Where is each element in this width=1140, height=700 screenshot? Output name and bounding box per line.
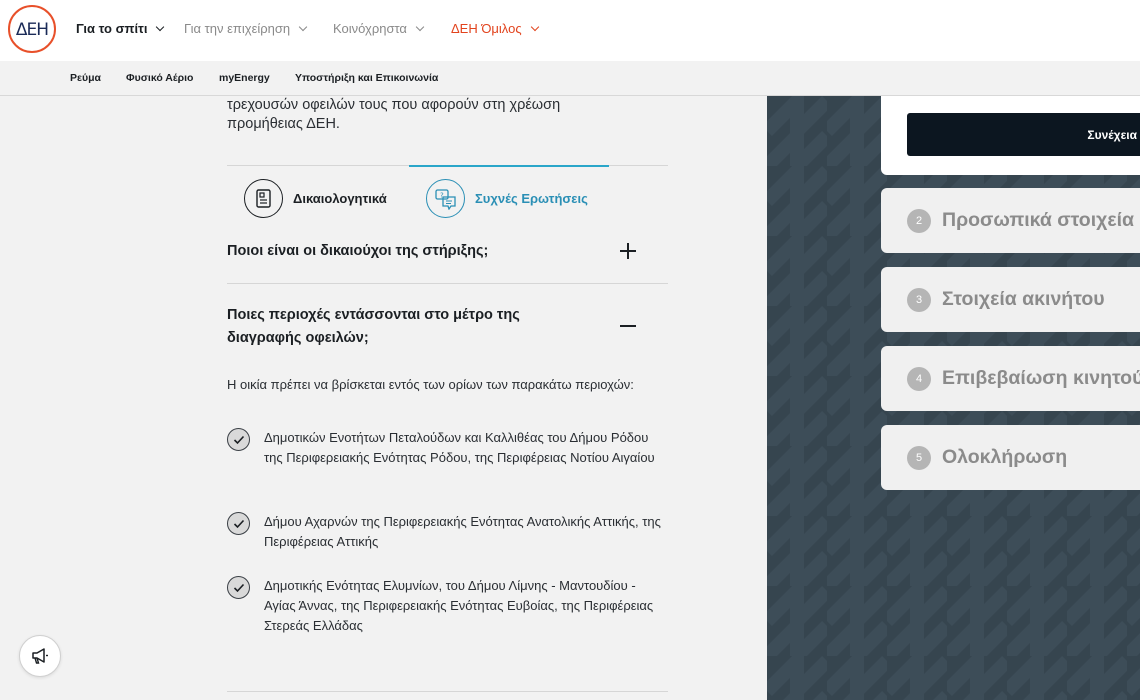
active-tab-indicator xyxy=(409,165,609,167)
divider xyxy=(227,283,668,284)
tab-faq[interactable]: ? Συχνές Ερωτήσεις xyxy=(426,179,588,218)
step-number: 2 xyxy=(907,208,931,233)
tab-documents[interactable]: Δικαιολογητικά xyxy=(244,179,387,218)
check-icon xyxy=(227,512,250,535)
area-text: Δημοτικών Ενοτήτων Πεταλούδων και Καλλιθ… xyxy=(264,430,655,465)
logo-text: ΔΕΗ xyxy=(15,20,49,40)
nav-item-business[interactable]: Για την επιχείρηση xyxy=(184,21,308,36)
list-item: Δήμου Αχαρνών της Περιφερειακής Ενότητας… xyxy=(227,512,667,552)
step-label: Προσωπικά στοιχεία xyxy=(942,209,1135,231)
step-label: Ολοκλήρωση xyxy=(942,446,1068,468)
step-property-details[interactable]: 3 Στοιχεία ακινήτου xyxy=(881,267,1140,332)
check-icon xyxy=(227,428,250,451)
nav-item-label: Κοινόχρηστα xyxy=(333,21,407,36)
step-completion[interactable]: 5 Ολοκλήρωση xyxy=(881,425,1140,490)
subnav-item-myenergy[interactable]: myEnergy xyxy=(219,72,270,84)
step-mobile-verification[interactable]: 4 Επιβεβαίωση κινητού xyxy=(881,346,1140,411)
main-content: τρεχουσών οφειλών τους που αφορούν στη χ… xyxy=(0,96,767,700)
chevron-down-icon xyxy=(156,22,165,32)
list-item: Δημοτικής Ενότητας Ελυμνίων, του Δήμου Λ… xyxy=(227,576,667,636)
top-navigation: ΔΕΗ Για το σπίτι Για την επιχείρηση Κοιν… xyxy=(0,0,1140,61)
megaphone-icon xyxy=(32,648,48,664)
continue-button[interactable]: Συνέχεια xyxy=(907,113,1140,156)
answer-intro: Η οικία πρέπει να βρίσκεται εντός των ορ… xyxy=(227,377,634,392)
divider xyxy=(227,691,668,692)
intro-line: προμήθειας ΔΕΗ. xyxy=(227,116,340,132)
document-icon xyxy=(244,179,283,218)
chevron-down-icon xyxy=(415,22,425,32)
step-label: Επιβεβαίωση κινητού xyxy=(942,367,1140,389)
step-number: 4 xyxy=(907,366,931,391)
step-label: Στοιχεία ακινήτου xyxy=(942,288,1105,310)
nav-item-label: ΔΕΗ Όμιλος xyxy=(451,21,522,36)
chevron-down-icon xyxy=(298,22,308,32)
tab-label: Συχνές Ερωτήσεις xyxy=(475,191,588,206)
subnav-item-support[interactable]: Υποστήριξη και Επικοινωνία xyxy=(295,72,438,84)
nav-item-shared[interactable]: Κοινόχρηστα xyxy=(333,21,425,36)
tab-label: Δικαιολογητικά xyxy=(293,191,387,206)
step-number: 5 xyxy=(907,445,931,470)
nav-item-group[interactable]: ΔΕΗ Όμιλος xyxy=(451,21,539,36)
minus-icon[interactable] xyxy=(618,316,638,336)
intro-text: τρεχουσών οφειλών τους που αφορούν στη χ… xyxy=(227,96,667,134)
area-text: Δήμου Αχαρνών της Περιφερειακής Ενότητας… xyxy=(264,514,661,549)
deh-logo[interactable]: ΔΕΗ xyxy=(8,5,56,53)
subnav-item-gas[interactable]: Φυσικό Αέριο xyxy=(126,72,193,84)
subnav-item-electricity[interactable]: Ρεύμα xyxy=(70,72,101,84)
sub-navigation: Ρεύμα Φυσικό Αέριο myEnergy Υποστήριξη κ… xyxy=(0,61,1140,96)
plus-icon[interactable] xyxy=(618,241,638,261)
intro-line: τρεχουσών οφειλών τους που αφορούν στη χ… xyxy=(227,97,561,113)
chevron-down-icon xyxy=(530,22,539,32)
step-number: 3 xyxy=(907,287,931,312)
list-item: Δημοτικών Ενοτήτων Πεταλούδων και Καλλιθ… xyxy=(227,428,667,468)
faq-question-beneficiaries[interactable]: Ποιοι είναι οι δικαιούχοι της στήριξης; xyxy=(227,240,587,263)
nav-item-label: Για το σπίτι xyxy=(76,21,148,36)
step-personal-details[interactable]: 2 Προσωπικά στοιχεία xyxy=(881,188,1140,253)
area-text: Δημοτικής Ενότητας Ελυμνίων, του Δήμου Λ… xyxy=(264,578,654,633)
nav-item-label: Για την επιχείρηση xyxy=(184,21,291,36)
faq-question-areas[interactable]: Ποιες περιοχές εντάσσονται στο μέτρο της… xyxy=(227,304,557,350)
megaphone-button[interactable] xyxy=(19,635,61,677)
nav-item-home[interactable]: Για το σπίτι xyxy=(76,21,165,36)
chat-question-icon: ? xyxy=(426,179,465,218)
check-icon xyxy=(227,576,250,599)
application-steps-panel: Συνέχεια 2 Προσωπικά στοιχεία 3 Στοιχεία… xyxy=(767,96,1140,700)
